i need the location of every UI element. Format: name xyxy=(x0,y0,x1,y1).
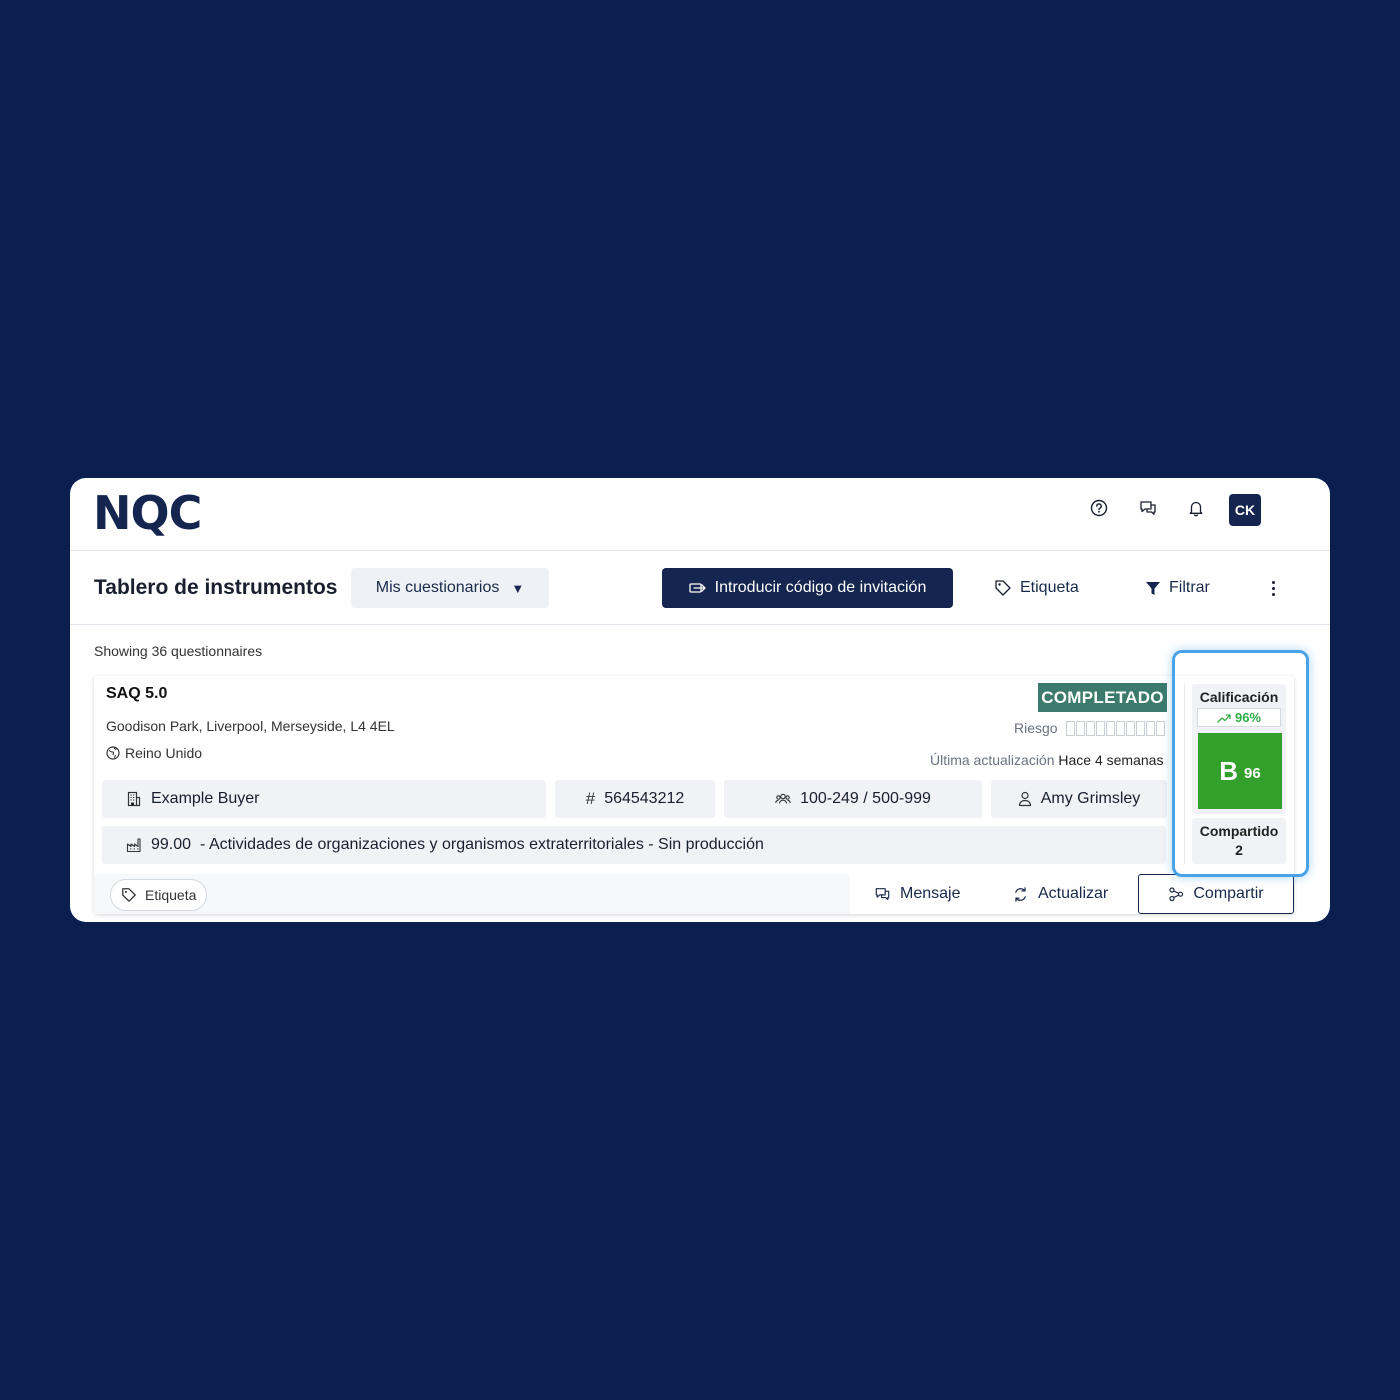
filter-icon xyxy=(1145,580,1161,596)
grade-badge: B 96 xyxy=(1198,733,1282,809)
industry-description: - Actividades de organizaciones y organi… xyxy=(200,836,764,853)
industry-chip: 99.00 - Actividades de organizaciones y … xyxy=(102,826,1166,864)
update-label: Actualizar xyxy=(1038,885,1109,902)
last-updated: Última actualización Hace 4 semanas xyxy=(930,752,1163,768)
chat-icon[interactable] xyxy=(1137,497,1159,519)
share-label: Compartir xyxy=(1193,885,1264,902)
grade-letter: B xyxy=(1219,755,1239,786)
grade-score: 96 xyxy=(1244,764,1261,782)
tag-button-label: Etiqueta xyxy=(1020,579,1079,596)
refresh-icon xyxy=(1012,886,1029,903)
filter-button-label: Filtrar xyxy=(1169,579,1210,596)
status-badge: COMPLETADO xyxy=(1038,683,1167,712)
dropdown-value: Mis cuestionarios xyxy=(375,579,500,596)
card-actions: Mensaje Actualizar Compartir xyxy=(850,874,1294,914)
more-options-icon[interactable] xyxy=(1263,576,1283,600)
tag-icon xyxy=(121,887,137,903)
update-button[interactable]: Actualizar xyxy=(1012,874,1108,914)
contact-name: Amy Grimsley xyxy=(1040,790,1141,807)
trend-up-icon xyxy=(1217,713,1231,723)
message-button[interactable]: Mensaje xyxy=(874,874,960,914)
hash-icon: # xyxy=(585,789,596,808)
questionnaire-filter-dropdown[interactable]: Mis cuestionarios ▼ xyxy=(351,568,549,608)
shared-label: Compartido xyxy=(1199,823,1279,839)
page-title: Tablero de instrumentos xyxy=(94,576,338,599)
tag-button[interactable]: Etiqueta xyxy=(994,568,1079,608)
contact-chip: Amy Grimsley xyxy=(991,780,1167,818)
user-avatar[interactable]: CK xyxy=(1229,494,1261,526)
caret-down-icon: ▼ xyxy=(511,580,525,596)
bell-icon[interactable] xyxy=(1185,497,1207,519)
rating-label: Calificación xyxy=(1199,689,1279,705)
questionnaire-card[interactable]: SAQ 5.0 Goodison Park, Liverpool, Mersey… xyxy=(94,676,1294,914)
shared-count: 2 xyxy=(1235,842,1243,858)
trend-value: 96% xyxy=(1234,710,1262,725)
results-count: Showing 36 questionnaires xyxy=(94,643,263,659)
risk-indicator: Riesgo xyxy=(1014,720,1165,736)
rating-box[interactable]: Calificación 96% B 96 xyxy=(1192,684,1286,814)
industry-code: 99.00 xyxy=(151,836,192,853)
enter-invite-code-button[interactable]: Introducir código de invitación xyxy=(662,568,953,608)
card-footer: Etiqueta Mensaje Actualizar Compartir xyxy=(94,874,1294,914)
buyer-name: Example Buyer xyxy=(151,790,260,807)
invite-button-label: Introducir código de invitación xyxy=(714,579,927,596)
company-size: 100-249 / 500-999 xyxy=(800,790,931,807)
dashboard-toolbar: Tablero de instrumentos Mis cuestionario… xyxy=(70,551,1330,625)
globe-icon xyxy=(106,746,120,760)
people-icon xyxy=(775,792,791,806)
rating-trend: 96% xyxy=(1197,708,1281,727)
id-chip: # 564543212 xyxy=(555,780,715,818)
nqc-logo[interactable]: NQC xyxy=(93,486,202,540)
questionnaire-title[interactable]: SAQ 5.0 xyxy=(106,685,167,703)
message-label: Mensaje xyxy=(900,885,961,902)
tag-icon xyxy=(994,579,1012,597)
last-updated-value: Hace 4 semanas xyxy=(1058,752,1164,768)
chat-icon xyxy=(874,886,891,902)
risk-meter xyxy=(1065,720,1165,736)
top-navbar: NQC CK xyxy=(70,478,1330,551)
share-button[interactable]: Compartir xyxy=(1138,874,1294,914)
risk-label: Riesgo xyxy=(1014,720,1058,736)
shared-box[interactable]: Compartido 2 xyxy=(1192,818,1286,864)
help-icon[interactable] xyxy=(1088,497,1110,519)
supplier-country: Reino Unido xyxy=(106,745,202,761)
share-icon xyxy=(1168,886,1184,902)
building-icon xyxy=(126,791,142,807)
card-tag-label: Etiqueta xyxy=(145,887,197,903)
company-size-chip: 100-249 / 500-999 xyxy=(724,780,982,818)
app-window: NQC CK Tablero de instrumentos Mis cuest… xyxy=(70,478,1330,922)
card-tag-button[interactable]: Etiqueta xyxy=(110,879,208,911)
supplier-address: Goodison Park, Liverpool, Merseyside, L4… xyxy=(106,718,395,734)
filter-button[interactable]: Filtrar xyxy=(1145,568,1210,608)
buyer-chip: Example Buyer xyxy=(102,780,546,818)
last-updated-label: Última actualización xyxy=(930,752,1055,768)
rating-panel: Calificación 96% B 96 Compartido 2 xyxy=(1184,684,1288,864)
questionnaire-id: 564543212 xyxy=(604,790,685,807)
ticket-icon xyxy=(689,581,707,595)
country-name: Reino Unido xyxy=(125,745,203,761)
user-icon xyxy=(1018,791,1032,807)
factory-icon xyxy=(126,837,142,853)
